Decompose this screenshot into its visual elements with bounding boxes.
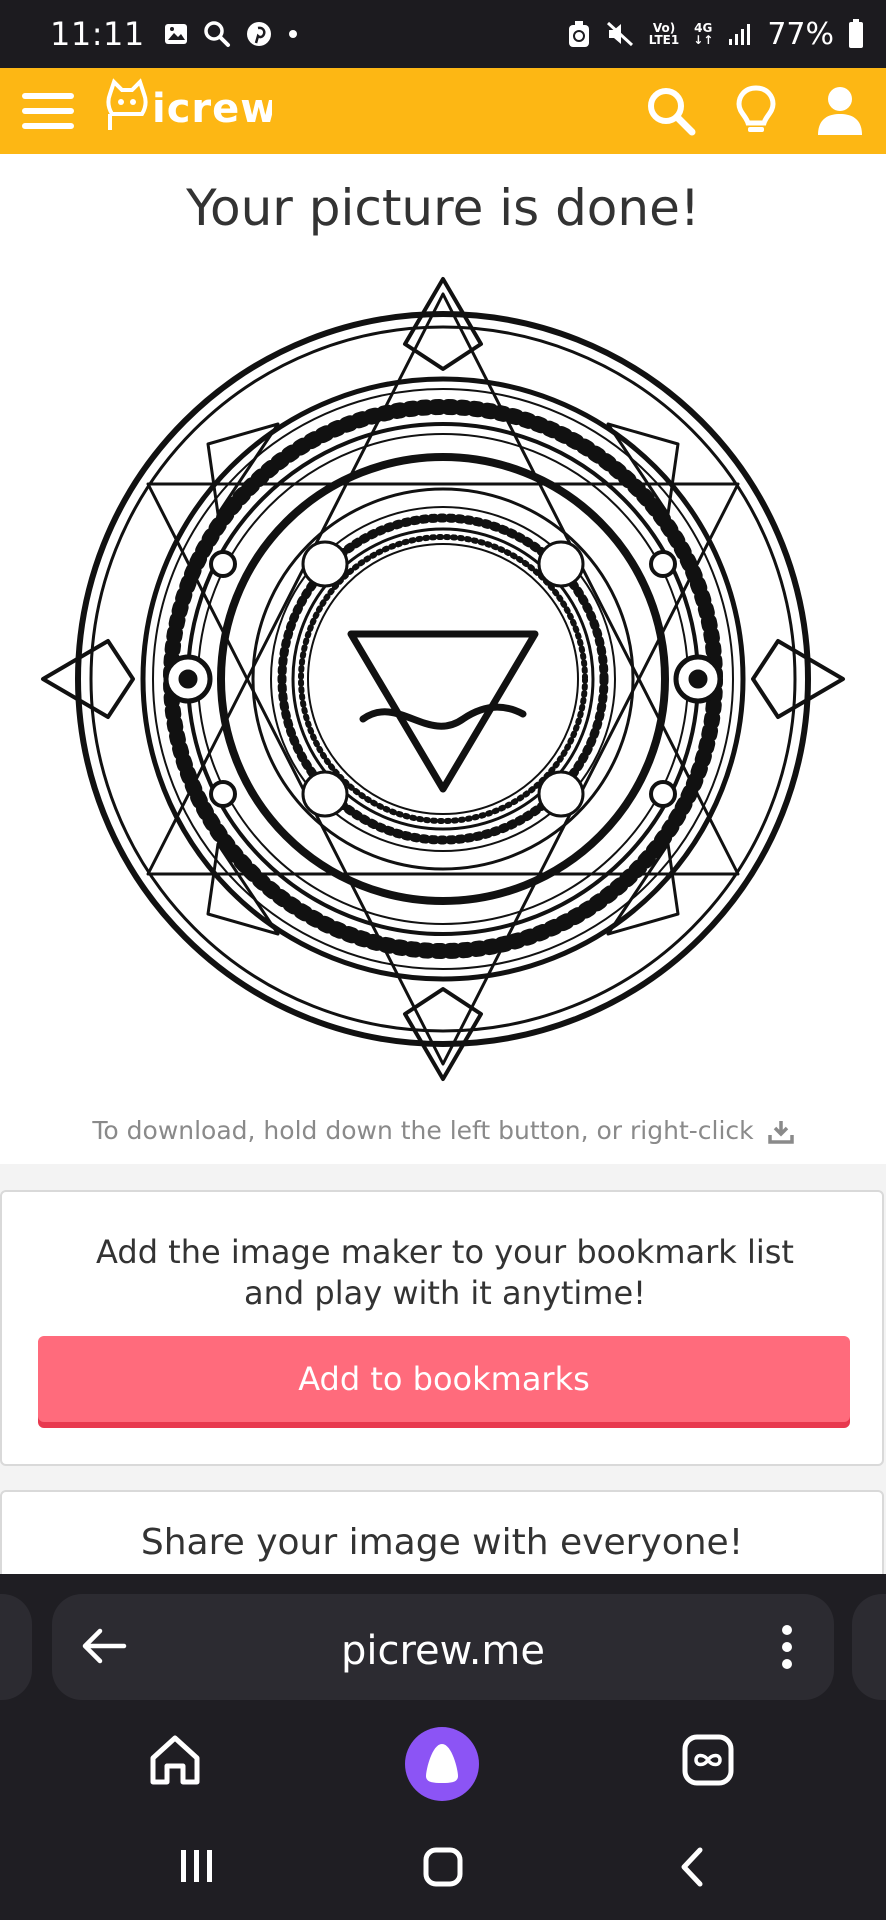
mute-icon	[605, 20, 635, 48]
lightbulb-icon[interactable]	[736, 85, 776, 137]
back-nav-icon[interactable]	[676, 1846, 706, 1892]
generated-picture[interactable]	[38, 274, 848, 1084]
tabs-icon[interactable]	[680, 1732, 736, 1792]
recents-icon[interactable]	[177, 1846, 217, 1890]
home-icon[interactable]	[147, 1732, 203, 1792]
user-icon[interactable]	[816, 85, 864, 137]
next-tab-peek[interactable]	[852, 1594, 886, 1700]
share-card: Share your image with everyone!	[0, 1490, 884, 1574]
browser-toolbar	[0, 1700, 886, 1810]
assistant-icon[interactable]	[404, 1726, 480, 1806]
bookmark-card: Add the image maker to your bookmark lis…	[0, 1190, 884, 1466]
search-notification-icon	[203, 20, 231, 48]
page-title: Your picture is done!	[186, 179, 700, 237]
menu-icon[interactable]	[22, 91, 74, 131]
download-hint: To download, hold down the left button, …	[0, 1116, 886, 1145]
share-prompt: Share your image with everyone!	[140, 1522, 744, 1563]
browser-address-bar: picrew.me	[0, 1574, 886, 1700]
picrew-logo[interactable]: icrew	[102, 77, 277, 145]
status-bar: 11:11 Vo) LTE1 4G ↓↑ 77%	[0, 0, 886, 68]
main-content: Your picture is done! To download, hold …	[0, 154, 886, 1574]
url-text[interactable]: picrew.me	[52, 1628, 834, 1674]
data-saver-icon	[567, 20, 591, 48]
app-bar: icrew	[0, 68, 886, 154]
battery-icon	[848, 19, 864, 49]
gallery-icon	[163, 21, 189, 47]
previous-tab-peek[interactable]	[0, 1594, 32, 1700]
more-vert-icon[interactable]	[780, 1624, 794, 1674]
home-nav-icon[interactable]	[422, 1846, 464, 1892]
bookmark-prompt: Add the image maker to your bookmark lis…	[96, 1233, 794, 1312]
signal-icon	[727, 21, 753, 47]
battery-percent: 77%	[767, 16, 834, 52]
add-to-bookmarks-button[interactable]: Add to bookmarks	[38, 1336, 850, 1422]
search-icon[interactable]	[646, 86, 696, 136]
system-nav-bar	[0, 1810, 886, 1920]
pinterest-icon	[245, 20, 273, 48]
status-time: 11:11	[50, 15, 145, 53]
download-icon	[762, 1116, 794, 1145]
network-type-indicator: 4G ↓↑	[693, 21, 714, 47]
volte-indicator: Vo) LTE1	[648, 21, 680, 47]
dot-icon	[287, 28, 299, 40]
svg-text:icrew: icrew	[152, 86, 272, 132]
url-pill[interactable]: picrew.me	[52, 1594, 834, 1700]
